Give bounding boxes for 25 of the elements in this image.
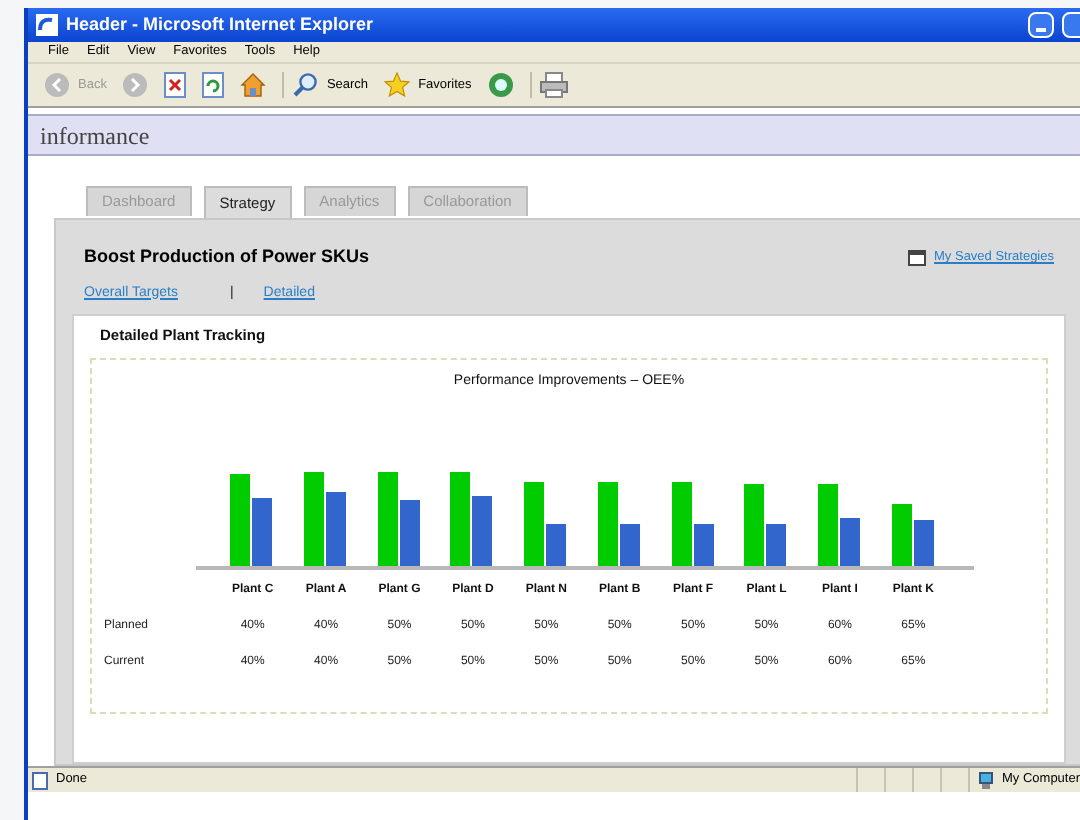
stop-icon — [164, 72, 187, 98]
computer-icon — [978, 771, 994, 789]
media-icon — [487, 72, 514, 98]
logo: informance — [40, 123, 150, 147]
bar-pair-drawing — [304, 471, 349, 566]
printer-icon — [539, 72, 568, 98]
search-icon — [292, 72, 319, 98]
page-icon — [32, 771, 48, 789]
browser-icon — [36, 14, 58, 36]
window-title: Header - Microsoft Internet Explorer — [66, 11, 374, 38]
bar-pair-drawing — [817, 483, 862, 566]
bar-pair-drawing — [597, 481, 642, 566]
bar-pair-drawing — [230, 473, 275, 566]
page-title: Boost Production of Power SKUs — [84, 244, 370, 270]
bar-pair-drawing — [744, 483, 789, 566]
bar-pair-drawing — [671, 481, 716, 566]
bar-pair-drawing — [891, 503, 936, 566]
calendar-icon — [908, 249, 927, 266]
bar-pair-drawing — [450, 471, 495, 566]
star-icon — [384, 72, 411, 98]
bar-pair-drawing — [377, 471, 422, 566]
refresh-icon — [202, 72, 225, 98]
bar-pair-drawing — [524, 481, 569, 566]
house-icon — [240, 72, 267, 98]
minimize-button[interactable] — [1028, 12, 1054, 38]
